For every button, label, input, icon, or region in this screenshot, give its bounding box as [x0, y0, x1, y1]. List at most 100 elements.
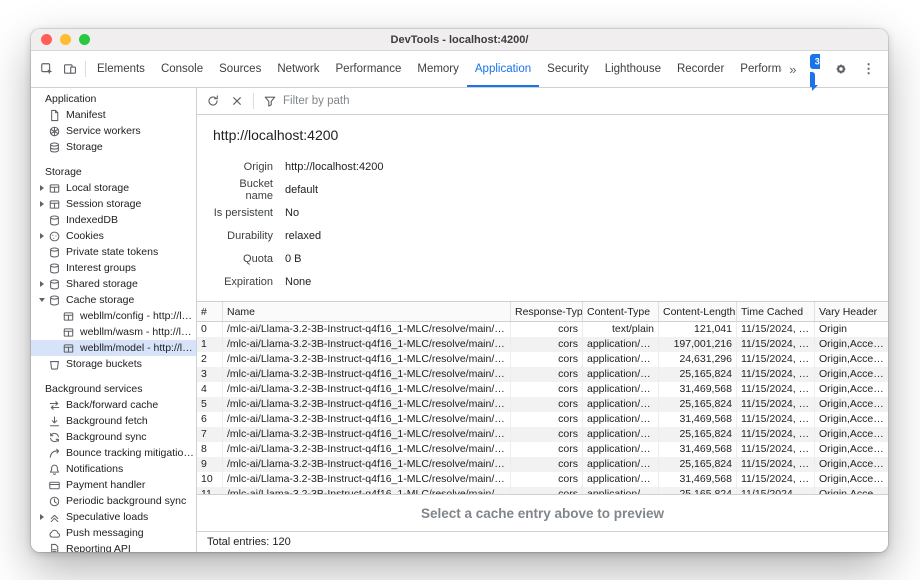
cell-vary-header: Origin,Access… [815, 337, 888, 352]
filter-by-path-input[interactable] [283, 95, 523, 107]
cache-entry-row[interactable]: 8/mlc-ai/Llama-3.2-3B-Instruct-q4f16_1-M… [197, 442, 888, 457]
cell-name: /mlc-ai/Llama-3.2-3B-Instruct-q4f16_1-ML… [223, 397, 511, 412]
clock-icon [47, 495, 62, 508]
cell-name: /mlc-ai/Llama-3.2-3B-Instruct-q4f16_1-ML… [223, 412, 511, 427]
sidebar-item-speculative-loads[interactable]: Speculative loads [31, 509, 196, 525]
cell-content-type: application/oc… [583, 442, 659, 457]
device-toolbar-icon[interactable] [59, 58, 81, 80]
metadata-row-is-persistent: Is persistentNo [211, 201, 888, 224]
column-header-response-type[interactable]: Response-Type [511, 302, 583, 321]
column-header-name[interactable]: Name [223, 302, 511, 321]
column-header-time-cached[interactable]: Time Cached [737, 302, 815, 321]
sidebar-item-shared-storage[interactable]: Shared storage [31, 276, 196, 292]
cell-response-type: cors [511, 352, 583, 367]
cache-entry-row[interactable]: 11/mlc-ai/Llama-3.2-3B-Instruct-q4f16_1-… [197, 487, 888, 494]
sidebar-item-label: Periodic background sync [66, 495, 196, 507]
sidebar-item-storage[interactable]: Storage [31, 139, 196, 155]
cell-vary-header: Origin,Access… [815, 367, 888, 382]
service-workers-icon [47, 125, 62, 138]
refresh-icon[interactable] [202, 90, 224, 112]
cache-entry-row[interactable]: 9/mlc-ai/Llama-3.2-3B-Instruct-q4f16_1-M… [197, 457, 888, 472]
sidebar-item-private-state-tokens[interactable]: Private state tokens [31, 244, 196, 260]
delete-selected-icon[interactable] [226, 90, 248, 112]
cell-time-cached: 11/15/2024, 10… [737, 397, 815, 412]
sidebar-item-cookies[interactable]: Cookies [31, 228, 196, 244]
sidebar-item-cache-storage[interactable]: Cache storage [31, 292, 196, 308]
cache-entry-row[interactable]: 4/mlc-ai/Llama-3.2-3B-Instruct-q4f16_1-M… [197, 382, 888, 397]
tab-sources[interactable]: Sources [211, 51, 269, 87]
sidebar-item-session-storage[interactable]: Session storage [31, 196, 196, 212]
tree-collapsed-arrow-icon[interactable] [36, 201, 47, 207]
sidebar-item-label: Background sync [66, 431, 196, 443]
tab-elements[interactable]: Elements [89, 51, 153, 87]
sidebar-item-webllm-wasm-http-loca[interactable]: webllm/wasm - http://loca… [31, 324, 196, 340]
sidebar-item-label: Cache storage [66, 294, 196, 306]
sidebar-item-periodic-background-sync[interactable]: Periodic background sync [31, 493, 196, 509]
cell-num: 8 [197, 442, 223, 457]
cell-name: /mlc-ai/Llama-3.2-3B-Instruct-q4f16_1-ML… [223, 442, 511, 457]
more-options-icon[interactable]: ⋮ [858, 58, 879, 80]
sidebar-item-webllm-config-http-loc[interactable]: webllm/config - http://loc… [31, 308, 196, 324]
tree-collapsed-arrow-icon[interactable] [36, 233, 47, 239]
sidebar-item-local-storage[interactable]: Local storage [31, 180, 196, 196]
tab-performance-insights[interactable]: Performance insights [732, 51, 782, 87]
cache-entry-row[interactable]: 0/mlc-ai/Llama-3.2-3B-Instruct-q4f16_1-M… [197, 322, 888, 337]
minimize-window-button[interactable] [60, 34, 71, 45]
cell-num: 4 [197, 382, 223, 397]
tab-lighthouse[interactable]: Lighthouse [597, 51, 669, 87]
sidebar-item-label: Speculative loads [66, 511, 196, 523]
tab-security[interactable]: Security [539, 51, 597, 87]
cell-response-type: cors [511, 337, 583, 352]
sidebar-item-service-workers[interactable]: Service workers [31, 123, 196, 139]
cache-entry-row[interactable]: 2/mlc-ai/Llama-3.2-3B-Instruct-q4f16_1-M… [197, 352, 888, 367]
settings-gear-icon[interactable] [830, 58, 851, 80]
cell-content-length: 25,165,824 [659, 487, 737, 494]
sidebar-item-reporting-api[interactable]: Reporting API [31, 541, 196, 552]
sidebar-item-notifications[interactable]: Notifications [31, 461, 196, 477]
more-panels-icon[interactable]: » [782, 58, 803, 80]
column-header-content-length[interactable]: Content-Length [659, 302, 737, 321]
cache-entry-row[interactable]: 7/mlc-ai/Llama-3.2-3B-Instruct-q4f16_1-M… [197, 427, 888, 442]
sidebar-section-background-services: Background services [31, 381, 196, 397]
console-messages-button[interactable]: 3 [810, 51, 823, 87]
cache-entry-row[interactable]: 5/mlc-ai/Llama-3.2-3B-Instruct-q4f16_1-M… [197, 397, 888, 412]
tree-collapsed-arrow-icon[interactable] [36, 281, 47, 287]
sidebar-item-storage-buckets[interactable]: Storage buckets [31, 356, 196, 372]
cell-vary-header: Origin,Access… [815, 352, 888, 367]
tree-expanded-arrow-icon[interactable] [36, 298, 47, 302]
column-header-num[interactable]: # [197, 302, 223, 321]
metadata-value: 0 B [285, 253, 302, 265]
metadata-key: Is persistent [211, 207, 273, 219]
cell-content-length: 121,041 [659, 322, 737, 337]
cache-entry-row[interactable]: 1/mlc-ai/Llama-3.2-3B-Instruct-q4f16_1-M… [197, 337, 888, 352]
sidebar-item-webllm-model-http-loc[interactable]: webllm/model - http://loc… [31, 340, 196, 356]
tab-memory[interactable]: Memory [409, 51, 467, 87]
tab-network[interactable]: Network [269, 51, 327, 87]
sidebar-item-manifest[interactable]: Manifest [31, 107, 196, 123]
sidebar-item-interest-groups[interactable]: Interest groups [31, 260, 196, 276]
cache-entry-row[interactable]: 10/mlc-ai/Llama-3.2-3B-Instruct-q4f16_1-… [197, 472, 888, 487]
sidebar-item-push-messaging[interactable]: Push messaging [31, 525, 196, 541]
sidebar-item-back-forward-cache[interactable]: Back/forward cache [31, 397, 196, 413]
cell-content-type: application/oc… [583, 352, 659, 367]
sidebar-item-payment-handler[interactable]: Payment handler [31, 477, 196, 493]
sidebar-item-bounce-tracking-mitigations[interactable]: Bounce tracking mitigations [31, 445, 196, 461]
zoom-window-button[interactable] [79, 34, 90, 45]
inspect-element-icon[interactable] [36, 58, 58, 80]
tree-collapsed-arrow-icon[interactable] [36, 514, 47, 520]
sidebar-item-background-sync[interactable]: Background sync [31, 429, 196, 445]
cache-entry-row[interactable]: 6/mlc-ai/Llama-3.2-3B-Instruct-q4f16_1-M… [197, 412, 888, 427]
sidebar-item-indexeddb[interactable]: IndexedDB [31, 212, 196, 228]
cell-time-cached: 11/15/2024, 10… [737, 367, 815, 382]
sidebar-item-background-fetch[interactable]: Background fetch [31, 413, 196, 429]
tab-recorder[interactable]: Recorder [669, 51, 732, 87]
tab-console[interactable]: Console [153, 51, 211, 87]
tab-application[interactable]: Application [467, 51, 539, 87]
sidebar-item-label: webllm/wasm - http://loca… [80, 326, 196, 338]
close-window-button[interactable] [41, 34, 52, 45]
cache-entry-row[interactable]: 3/mlc-ai/Llama-3.2-3B-Instruct-q4f16_1-M… [197, 367, 888, 382]
tab-performance[interactable]: Performance [328, 51, 410, 87]
column-header-content-type[interactable]: Content-Type [583, 302, 659, 321]
tree-collapsed-arrow-icon[interactable] [36, 185, 47, 191]
column-header-vary-header[interactable]: Vary Header [815, 302, 888, 321]
